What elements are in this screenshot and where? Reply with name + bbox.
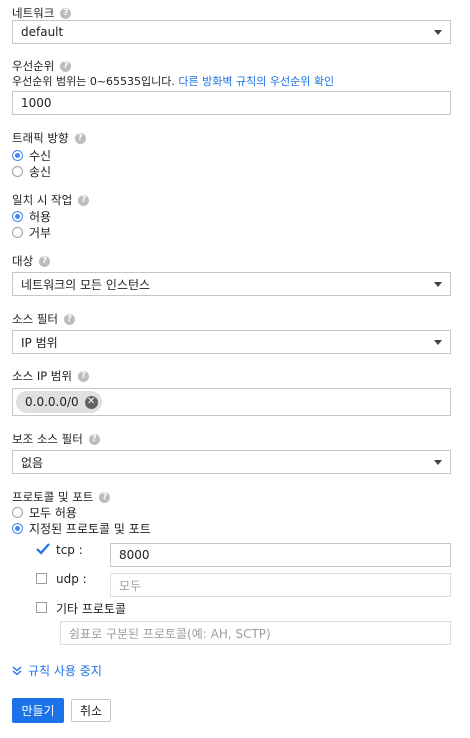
- target-label: 대상 ?: [12, 253, 51, 269]
- action-label: 일치 시 작업 ?: [12, 192, 90, 208]
- help-icon[interactable]: ?: [99, 491, 111, 503]
- priority-input[interactable]: 1000: [12, 91, 451, 115]
- dropdown-caret-icon: [434, 30, 442, 35]
- protocols-specified-radio[interactable]: 지정된 프로토콜 및 포트: [12, 520, 151, 537]
- target-select[interactable]: 네트워크의 모든 인스턴스: [12, 272, 451, 296]
- source-ip-input[interactable]: 0.0.0.0/0 ✕: [12, 388, 451, 416]
- direction-label: 트래픽 방향 ?: [12, 130, 86, 146]
- tcp-checkbox[interactable]: [36, 543, 50, 558]
- radio-icon[interactable]: [12, 507, 23, 518]
- priority-hint: 우선순위 범위는 0~65535입니다. 다른 방화벽 규칙의 우선순위 확인: [12, 75, 335, 88]
- ip-range-chip: 0.0.0.0/0 ✕: [16, 391, 102, 413]
- radio-selected-icon[interactable]: [12, 150, 23, 161]
- other-protocols-checkbox[interactable]: [36, 602, 47, 613]
- tcp-ports-input[interactable]: 8000: [110, 543, 451, 567]
- radio-selected-icon[interactable]: [12, 211, 23, 222]
- action-allow-radio[interactable]: 허용: [12, 208, 51, 225]
- help-icon[interactable]: ?: [39, 255, 51, 267]
- tcp-label: tcp :: [56, 543, 83, 557]
- help-icon[interactable]: ?: [60, 60, 72, 72]
- create-button[interactable]: 만들기: [12, 698, 64, 723]
- remove-chip-icon[interactable]: ✕: [84, 395, 98, 409]
- other-protocols-label: 기타 프로토콜: [56, 602, 127, 616]
- source-filter-select[interactable]: IP 범위: [12, 330, 451, 354]
- source-filter-label: 소스 필터 ?: [12, 311, 75, 327]
- other-protocols-input[interactable]: 쉼표로 구분된 프로토콜(예: AH, SCTP): [60, 621, 451, 645]
- network-select[interactable]: default: [12, 20, 451, 44]
- udp-ports-input[interactable]: 모두: [110, 573, 451, 597]
- radio-icon[interactable]: [12, 227, 23, 238]
- direction-ingress-radio[interactable]: 수신: [12, 147, 51, 164]
- action-deny-radio[interactable]: 거부: [12, 224, 51, 241]
- network-label: 네트워크 ?: [12, 5, 72, 21]
- help-icon[interactable]: ?: [88, 433, 100, 445]
- radio-selected-icon[interactable]: [12, 523, 23, 534]
- priority-label: 우선순위 ?: [12, 58, 72, 74]
- help-icon[interactable]: ?: [78, 194, 90, 206]
- help-icon[interactable]: ?: [63, 313, 75, 325]
- udp-checkbox[interactable]: [36, 573, 47, 584]
- disable-rule-toggle[interactable]: 규칙 사용 중지: [12, 662, 102, 679]
- secondary-filter-select[interactable]: 없음: [12, 450, 451, 474]
- priority-rules-link[interactable]: 다른 방화벽 규칙의 우선순위 확인: [178, 75, 334, 88]
- dropdown-caret-icon: [434, 282, 442, 287]
- dropdown-caret-icon: [434, 460, 442, 465]
- cancel-button[interactable]: 취소: [71, 699, 111, 722]
- double-chevron-down-icon: [12, 665, 22, 675]
- udp-label: udp :: [56, 572, 87, 586]
- source-ip-label: 소스 IP 범위 ?: [12, 368, 89, 384]
- dropdown-caret-icon: [434, 340, 442, 345]
- protocols-label: 프로토콜 및 포트 ?: [12, 489, 111, 505]
- help-icon[interactable]: ?: [77, 370, 89, 382]
- radio-icon[interactable]: [12, 166, 23, 177]
- secondary-filter-label: 보조 소스 필터 ?: [12, 431, 100, 447]
- help-icon[interactable]: ?: [74, 132, 86, 144]
- checkmark-icon[interactable]: [36, 543, 50, 555]
- help-icon[interactable]: ?: [60, 7, 72, 19]
- direction-egress-radio[interactable]: 송신: [12, 163, 51, 180]
- protocols-allow-all-radio[interactable]: 모두 허용: [12, 504, 77, 521]
